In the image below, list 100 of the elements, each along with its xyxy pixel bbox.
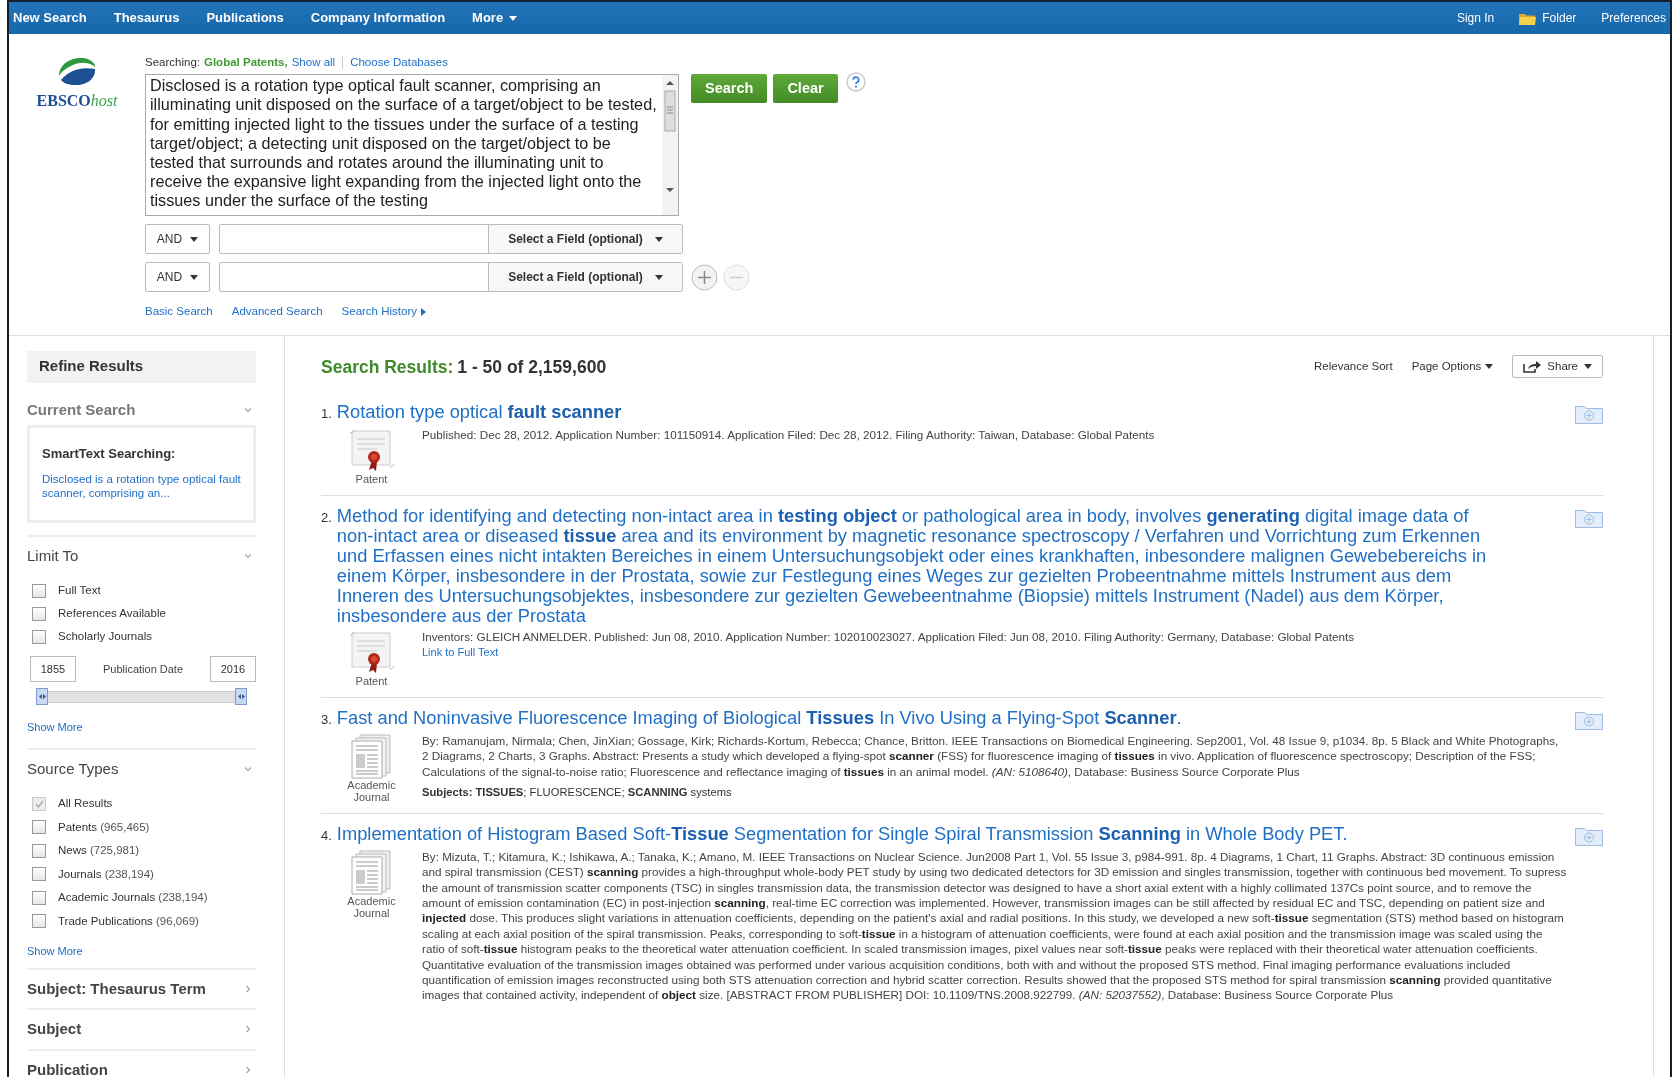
checkbox[interactable] bbox=[32, 583, 46, 598]
show-more-link[interactable]: Show More bbox=[27, 943, 256, 960]
share-arrow-icon bbox=[1523, 360, 1542, 373]
slider-handle[interactable] bbox=[235, 688, 247, 705]
result-number: 3. bbox=[321, 710, 332, 729]
search-mode-link[interactable]: Basic Search bbox=[145, 303, 213, 321]
result-subjects: Subjects: TISSUES; FLUORESCENCE; SCANNING systems bbox=[422, 784, 733, 800]
nav-link[interactable]: Sign In bbox=[1456, 9, 1495, 27]
section-title[interactable]: Current Search bbox=[27, 398, 136, 421]
checkbox[interactable] bbox=[32, 843, 46, 858]
chevron-right-icon[interactable] bbox=[244, 1065, 252, 1074]
chevron-right-icon[interactable] bbox=[244, 1025, 252, 1034]
limit-option-label[interactable]: References Available bbox=[58, 604, 166, 623]
source-type-label[interactable]: Trade Publications (96,069) bbox=[58, 912, 199, 930]
add-to-folder-icon[interactable] bbox=[1575, 825, 1603, 846]
chevron-right-icon[interactable] bbox=[244, 984, 252, 993]
source-type-label[interactable]: News (725,981) bbox=[58, 842, 140, 860]
checkbox[interactable] bbox=[32, 606, 46, 621]
smarttext-query-link[interactable]: Disclosed is a rotation type optical fault scanner, comprising an... bbox=[42, 471, 241, 500]
full-text-link[interactable]: Link to Full Text bbox=[422, 644, 1567, 661]
publication-type-label: Patent bbox=[354, 472, 389, 485]
result-number: 2. bbox=[321, 508, 332, 527]
limit-option-label[interactable]: Full Text bbox=[58, 581, 101, 600]
result-title-link[interactable]: Method for identifying and detecting non-intact area in testing object or pathological area in body, involves generating digital image data of non-intact area or diseased tissue area and its environment by magnetic resonance spectroscopy / Verfahren und Vorrichtung zum Erkennen und Erfassen eines nicht intakten Bereiches in einem Untersuchungsobjekt oder eines krankhaften, inbesondere malignen Gewebebereichs in einem Körper, insbesondere in der Prostata, sowie zur Festlegung eines Weges zur gezielten Probeentnahme mittels Instrument aus dem Inneren des Untersuchungsobjektes, insbesondere zur gezielten Gewebeentnahme (Biopsie) mittels Instrument (Nadel) aus dem Körper, insbesondere aus der Prostata bbox=[336, 505, 1495, 626]
share-button[interactable]: Share bbox=[1512, 355, 1603, 379]
results-heading: Search Results: bbox=[321, 356, 454, 377]
add-to-folder-icon[interactable] bbox=[1575, 403, 1603, 424]
check-icon bbox=[34, 799, 44, 808]
choose-databases-link[interactable]: Choose Databases bbox=[350, 54, 448, 72]
caret-icon bbox=[190, 274, 199, 280]
add-to-folder-icon[interactable] bbox=[1575, 709, 1603, 730]
search-mode-link[interactable]: Search History bbox=[341, 303, 426, 321]
caret-icon bbox=[1485, 364, 1494, 370]
show-more-link[interactable]: Show More bbox=[27, 719, 256, 736]
folder-link[interactable]: Folder bbox=[1519, 9, 1577, 27]
clear-button[interactable]: Clear bbox=[773, 74, 838, 104]
slider-handle[interactable] bbox=[36, 688, 48, 705]
limit-option-label[interactable]: Scholarly Journals bbox=[58, 627, 152, 646]
search-mode-link[interactable]: Advanced Search bbox=[231, 303, 323, 321]
folder-icon bbox=[1519, 11, 1537, 25]
source-type-label[interactable]: Journals (238,194) bbox=[58, 865, 154, 883]
checkbox[interactable] bbox=[32, 867, 46, 882]
scrollbar[interactable] bbox=[662, 75, 678, 216]
source-type-label[interactable]: All Results bbox=[58, 795, 113, 813]
searching-label: Searching: bbox=[145, 55, 200, 70]
nav-link[interactable]: Preferences bbox=[1601, 9, 1666, 27]
chevron-down-icon[interactable] bbox=[244, 405, 252, 414]
result-details: Inventors: GLEICH ANMELDER. Published: Jun 08, 2010. Application Number: 102010023027. Application Filed: Jun 08, 2010. Filing Authority: Germany, Database: Global Patents bbox=[422, 628, 1356, 645]
checkbox[interactable] bbox=[32, 820, 46, 835]
result-number: 4. bbox=[321, 826, 332, 845]
search-button[interactable]: Search bbox=[691, 74, 768, 104]
date-to-field[interactable]: 2016 bbox=[210, 656, 256, 682]
chevron-down-icon[interactable] bbox=[244, 551, 252, 560]
checkbox[interactable] bbox=[32, 890, 46, 905]
source-type-label[interactable]: Patents (965,465) bbox=[58, 818, 150, 836]
relevance-sort-dropdown[interactable]: Relevance Sort bbox=[1314, 358, 1393, 376]
date-slider[interactable] bbox=[36, 687, 247, 706]
help-icon[interactable] bbox=[845, 72, 866, 93]
query-text: Disclosed is a rotation type optical fault scanner, comprising an illuminating unit disposed on the surface of a target/object to be tested, for emitting injected light to the tissues under the surface of a testing target/object; a detecting unit disposed on the target/object to be tested that surrounds and rotates around the illuminating unit to receive the expansive light expanding from the injected light onto the tissues under the surface of the testing bbox=[149, 75, 658, 212]
section-title[interactable]: Subject bbox=[27, 1018, 82, 1041]
section-title[interactable]: Subject: Thesaurus Term bbox=[27, 977, 206, 1000]
caret-icon bbox=[1584, 364, 1592, 370]
checkbox[interactable] bbox=[32, 796, 46, 811]
page-options-dropdown[interactable]: Page Options bbox=[1411, 358, 1494, 376]
caret-icon bbox=[509, 15, 518, 21]
result-title-link[interactable]: Fast and Noninvasive Fluorescence Imaging of Biological Tissues In Vivo Using a Flying-Spot Scanner. bbox=[336, 707, 1495, 728]
remove-row-icon[interactable] bbox=[723, 263, 750, 291]
nav-link[interactable]: More bbox=[472, 8, 518, 28]
show-all-link[interactable]: Show all bbox=[291, 54, 336, 72]
date-from-field[interactable]: 1855 bbox=[30, 656, 76, 682]
smarttext-heading: SmartText Searching: bbox=[42, 445, 177, 463]
section-title[interactable]: Source Types bbox=[27, 757, 119, 780]
checkbox[interactable] bbox=[32, 629, 46, 644]
arrows-icon bbox=[38, 694, 46, 699]
operator-dropdown[interactable]: AND bbox=[145, 262, 210, 293]
result-details: By: Ramanujam, Nirmala; Chen, JinXian; Gossage, Kirk; Richards-Kortum, Rebecca; Chance, Britton. IEEE Transactions on Biomedical Engineering. Sep2001, Vol. 48 Issue 9, p1034. 8p. 5 Black and White Photographs, 2 Diagrams, 2 Charts, 3 Graphs. Abstract: Presents a study which developed a flying-spot scanner (FSS) for fluorescence imaging of tissues in vivo. Application of fluorescence spectroscopy; Description of the FSS; Calculations of the signal-to-noise ratio; Fluorescence and reflectance imaging of tissues in an animal model. (AN: 5108640), Database: Business Source Corporate Plus bbox=[422, 732, 1560, 779]
refine-results-title: Refine Results bbox=[39, 356, 144, 377]
nav-link[interactable]: New Search bbox=[13, 8, 87, 28]
result-details: Published: Dec 28, 2012. Application Number: 101150914. Application Filed: Dec 28, 2012. Filing Authority: Taiwan, Database: Global Patents bbox=[422, 426, 1156, 443]
add-row-icon[interactable] bbox=[691, 263, 718, 291]
nav-link[interactable]: Publications bbox=[206, 8, 284, 28]
publication-type-label: Academic Journal bbox=[346, 894, 397, 919]
section-title[interactable]: Limit To bbox=[27, 544, 79, 567]
source-type-label[interactable]: Academic Journals (238,194) bbox=[58, 889, 208, 907]
add-to-folder-icon[interactable] bbox=[1575, 507, 1603, 528]
result-title-link[interactable]: Implementation of Histogram Based Soft-Tissue Segmentation for Single Spiral Transmission Scanning in Whole Body PET. bbox=[336, 823, 1495, 844]
nav-link[interactable]: Thesaurus bbox=[113, 8, 180, 28]
result-details: By: Mizuta, T.; Kitamura, K.; Ishikawa, A.; Tanaka, K.; Amano, M. IEEE Transactions on Nuclear Science. Jun2008 Part 1, Vol. 55 Issue 3, p984-991. 8p. 4 Diagrams, 1 Chart, 11 Graphs. Abstract: 3D continuous emission and spiral transmission (CEST) scanning provides a high-throughput whole-body PET study by using two dedicated detectors for 3D emission and singles transmission, together with continuous bed movement. To supress the amount of transmission scatter components (TSC) in singles transmission data, the transmission detector was designed to have a short axial extent with a highly collimated 137Cs point source, and to remove the amount of emission contamination (EC) in post-injection scanning, real-time EC correction was implemented. However, transmission images can be still affected by residual EC and TSC, depending on patient size and injected dose. This produces slight variations in attenuation coefficients, depending on the patient's axial and radial positions. In this study, we developed a new soft-tissue segmentation (STS) method based on histogram scaling at each axial position of the spiral transmission. Peaks, corresponding to soft-tissue in a histogram of attenuation coefficients, were found at each axial position and the transmission image was scaled using the ratio of soft-tissue histogram peaks to the theoretical water attenuation coefficient. In scaled transmission images, pixel values near soft-tissue peaks were replaced with their theoretical water attenuation coefficients. Quantitative evaluation of the transmission images obtained was performed under various acquisition conditions, both with and without the proposed STS method. Final imaging performance evaluations included quantification of emission images reconstructed using both STS attenuation correction and hybrid scatter correction. Results showed that the proposed STS method for spiral transmission scanning provided quantitative images that contained activity, independent of object size. [ABSTRACT FROM PUBLISHER] DOI: 10.1109/TNS.2008.922799. (AN: 52037552), Database: Business Source Corporate Plus bbox=[422, 848, 1567, 1003]
chevron-down-icon[interactable] bbox=[244, 764, 252, 773]
operator-dropdown[interactable]: AND bbox=[145, 224, 210, 255]
result-title-link[interactable]: Rotation type optical fault scanner bbox=[336, 401, 1495, 422]
triangle-right-icon bbox=[421, 307, 426, 316]
nav-link[interactable]: Company Information bbox=[310, 8, 446, 28]
arrows-icon bbox=[237, 694, 245, 699]
section-title[interactable]: Publication bbox=[27, 1058, 108, 1077]
logo-icon bbox=[57, 56, 97, 86]
publication-type-label: Academic Journal bbox=[346, 778, 397, 803]
date-range-label: Publication Date bbox=[102, 661, 184, 677]
result-number: 1. bbox=[321, 404, 332, 423]
checkbox[interactable] bbox=[32, 914, 46, 929]
